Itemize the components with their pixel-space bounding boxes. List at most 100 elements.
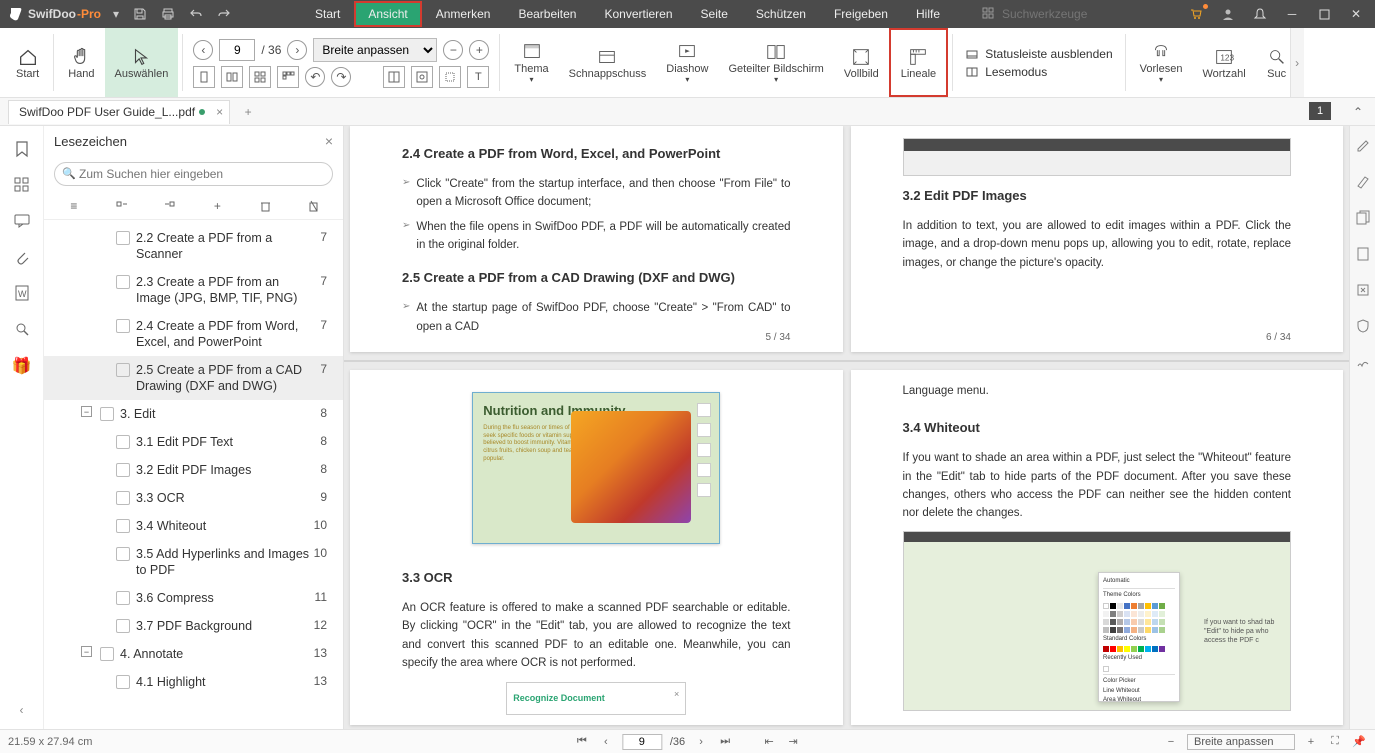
ribbon-thema[interactable]: Thema▾ (504, 28, 558, 97)
delete-bookmark-icon[interactable] (256, 197, 274, 215)
ribbon-start[interactable]: Start (6, 28, 49, 97)
bookmark-item[interactable]: 3.4 Whiteout10 (44, 512, 343, 540)
ribbon-suchen[interactable]: Suc (1256, 28, 1290, 97)
first-page-icon[interactable]: ⏮ (574, 734, 590, 750)
menu-anmerken[interactable]: Anmerken (422, 1, 505, 27)
undo-icon[interactable] (185, 3, 207, 25)
two-page-icon[interactable] (221, 66, 243, 88)
hide-statusbar[interactable]: Statusleiste ausblenden (965, 47, 1112, 61)
panel-close-icon[interactable]: × (325, 133, 333, 149)
ribbon-lineale[interactable]: Lineale (889, 28, 948, 97)
add-tab-icon[interactable]: + (238, 102, 258, 122)
prev-page-icon[interactable]: ‹ (193, 40, 213, 60)
bookmark-item[interactable]: 3.5 Add Hyperlinks and Images to PDF10 (44, 540, 343, 584)
status-page-input[interactable] (622, 734, 662, 750)
expand-all-icon[interactable]: ≡ (65, 197, 83, 215)
ribbon-schnappschuss[interactable]: Schnappschuss (559, 28, 657, 97)
bookmark-item[interactable]: 2.4 Create a PDF from Word, Excel, and P… (44, 312, 343, 356)
zoom-in-icon[interactable]: + (469, 40, 489, 60)
add-bookmark-icon[interactable]: + (208, 197, 226, 215)
word-export-icon[interactable]: W (13, 284, 31, 302)
print-icon[interactable] (157, 3, 179, 25)
edit-icon[interactable] (1355, 138, 1371, 154)
bookmark-item[interactable]: 3.7 PDF Background12 (44, 612, 343, 640)
save-icon[interactable] (129, 3, 151, 25)
bookmark-icon[interactable] (13, 140, 31, 158)
bookmark-item[interactable]: 2.2 Create a PDF from a Scanner7 (44, 224, 343, 268)
menu-bearbeiten[interactable]: Bearbeiten (504, 1, 590, 27)
single-page-icon[interactable] (193, 66, 215, 88)
read-mode[interactable]: Lesemodus (965, 65, 1112, 79)
pin-icon[interactable]: 📌 (1351, 734, 1367, 750)
ribbon-vollbild[interactable]: Vollbild (834, 28, 889, 97)
continuous-icon[interactable] (249, 66, 271, 88)
zoom-select[interactable]: Breite anpassen (313, 38, 437, 62)
document-view[interactable]: 2.4 Create a PDF from Word, Excel, and P… (344, 126, 1349, 729)
last-page-icon[interactable]: ⏭ (717, 734, 733, 750)
minimize-icon[interactable]: ─ (1279, 3, 1305, 25)
bookmark-item[interactable]: 3.3 OCR9 (44, 484, 343, 512)
bookmark-search-input[interactable] (54, 162, 333, 186)
bookmark-item[interactable]: −3. Edit8 (44, 400, 343, 428)
sign-icon[interactable] (1355, 354, 1371, 370)
fit-screen-icon[interactable]: ⛶ (1327, 734, 1343, 750)
prev-view-icon[interactable]: ⇤ (761, 734, 777, 750)
gift-icon[interactable]: 🎁 (12, 356, 32, 376)
compress-icon[interactable] (1355, 282, 1371, 298)
cart-icon[interactable] (1183, 3, 1209, 25)
ribbon-wortzahl[interactable]: 123 Wortzahl (1192, 28, 1255, 97)
search-tools[interactable] (982, 7, 1132, 21)
close-icon[interactable]: ✕ (1343, 3, 1369, 25)
menu-hilfe[interactable]: Hilfe (902, 1, 954, 27)
dropdown-icon[interactable]: ▾ (109, 7, 123, 21)
redo-icon[interactable] (213, 3, 235, 25)
bookmark-item[interactable]: 3.2 Edit PDF Images8 (44, 456, 343, 484)
bookmark-item[interactable]: 4.1 Highlight13 (44, 668, 343, 696)
page-icon[interactable] (1355, 246, 1371, 262)
menu-ansicht[interactable]: Ansicht (354, 1, 421, 27)
bell-icon[interactable] (1247, 3, 1273, 25)
page-input[interactable] (219, 39, 255, 61)
bookmark-item[interactable]: 2.5 Create a PDF from a CAD Drawing (DXF… (44, 356, 343, 400)
annotate-icon[interactable] (1355, 174, 1371, 190)
protect-icon[interactable] (1355, 318, 1371, 334)
menu-start[interactable]: Start (301, 1, 354, 27)
indent-icon[interactable] (161, 197, 179, 215)
ribbon-select[interactable]: Auswählen (105, 28, 179, 97)
fit-text-icon[interactable]: T (467, 66, 489, 88)
ribbon-split-screen[interactable]: Geteilter Bildschirm▾ (718, 28, 833, 97)
search-tools-input[interactable] (1002, 7, 1132, 21)
convert-icon[interactable] (1355, 210, 1371, 226)
tab-active[interactable]: SwifDoo PDF User Guide_L...pdf × (8, 100, 230, 124)
ribbon-diashow[interactable]: Diashow▾ (656, 28, 718, 97)
tabbar-caret-icon[interactable]: ⌃ (1353, 105, 1363, 119)
bookmark-item[interactable]: 2.3 Create a PDF from an Image (JPG, BMP… (44, 268, 343, 312)
grid-view-icon[interactable] (277, 66, 299, 88)
next-view-icon[interactable]: ⇥ (785, 734, 801, 750)
zoom-out-status-icon[interactable]: − (1163, 734, 1179, 750)
fit-page3-icon[interactable] (439, 66, 461, 88)
menu-schuetzen[interactable]: Schützen (742, 1, 820, 27)
menu-freigeben[interactable]: Freigeben (820, 1, 902, 27)
next-page-icon[interactable]: › (287, 40, 307, 60)
rotate-left-icon[interactable]: ↶ (305, 67, 325, 87)
maximize-icon[interactable] (1311, 3, 1337, 25)
rotate-right-icon[interactable]: ↷ (331, 67, 351, 87)
fit-page1-icon[interactable] (383, 66, 405, 88)
zoom-out-icon[interactable]: − (443, 40, 463, 60)
ribbon-hand[interactable]: Hand (58, 28, 104, 97)
zoom-label[interactable]: Breite anpassen (1187, 734, 1295, 750)
fit-page2-icon[interactable] (411, 66, 433, 88)
search-panel-icon[interactable] (13, 320, 31, 338)
bookmark-item[interactable]: 3.1 Edit PDF Text8 (44, 428, 343, 456)
next-page-icon[interactable]: › (693, 734, 709, 750)
outdent-icon[interactable] (113, 197, 131, 215)
collapse-panel-icon[interactable]: ‹ (20, 703, 24, 717)
tab-close-icon[interactable]: × (216, 105, 223, 119)
ribbon-vorlesen[interactable]: Vorlesen▾ (1130, 28, 1193, 97)
ribbon-overflow-icon[interactable]: › (1290, 28, 1304, 97)
user-icon[interactable] (1215, 3, 1241, 25)
thumbnails-icon[interactable] (13, 176, 31, 194)
zoom-in-status-icon[interactable]: + (1303, 734, 1319, 750)
prev-page-icon[interactable]: ‹ (598, 734, 614, 750)
